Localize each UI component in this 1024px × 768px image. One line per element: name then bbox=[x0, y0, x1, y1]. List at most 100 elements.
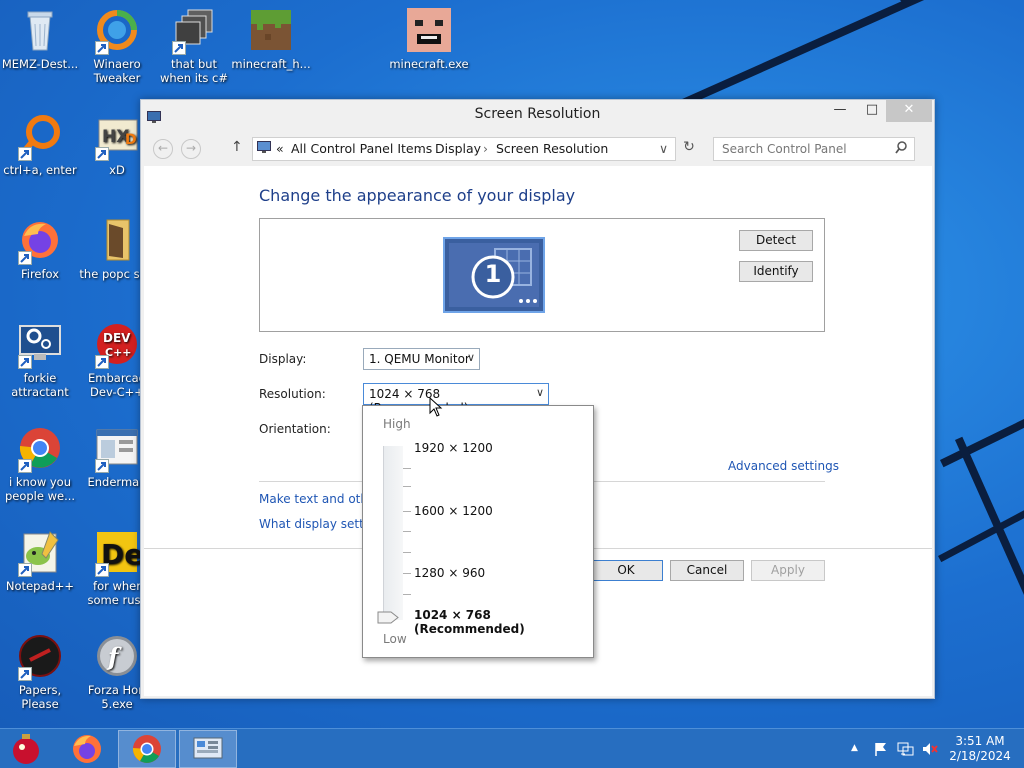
desktop-icon-firefox[interactable]: Firefox bbox=[0, 216, 80, 281]
svg-text:DEV: DEV bbox=[103, 331, 131, 345]
desktop-icon-ctrl-a[interactable]: ctrl+a, enter bbox=[0, 112, 80, 177]
advanced-settings-link[interactable]: Advanced settings bbox=[728, 459, 839, 473]
page-heading: Change the appearance of your display bbox=[259, 186, 576, 205]
volume-muted-icon[interactable] bbox=[921, 741, 939, 760]
desktop-icon-minecraft-h[interactable]: minecraft_h... bbox=[231, 6, 311, 71]
tray-overflow-button[interactable]: ▲ bbox=[851, 743, 858, 753]
desktop-icon-minecraft-exe[interactable]: minecraft.exe bbox=[389, 6, 469, 71]
memz-ornament-icon bbox=[13, 734, 39, 764]
desktop-icon-label: minecraft_h... bbox=[231, 57, 311, 71]
desktop-icon-forkie[interactable]: forkie attractant bbox=[0, 320, 80, 399]
breadcrumb-separator-icon: › bbox=[417, 141, 422, 156]
desktop-icon-label: minecraft.exe bbox=[389, 57, 469, 71]
address-bar: ← → ↑ « All Control Panel Items › Displa… bbox=[141, 130, 934, 166]
taskbar-chrome[interactable] bbox=[118, 730, 176, 768]
taskbar-memz[interactable] bbox=[0, 730, 58, 768]
desktop-icon-notepadpp[interactable]: Notepad++ bbox=[0, 528, 80, 593]
hxd-icon: HX D bbox=[93, 112, 141, 161]
desktop-icon-papers-please[interactable]: Papers, Please bbox=[0, 632, 80, 711]
apply-button[interactable]: Apply bbox=[751, 560, 825, 581]
refresh-button[interactable]: ↻ bbox=[679, 139, 699, 159]
orange-ring-icon bbox=[16, 112, 64, 161]
taskbar-clock[interactable]: 3:51 AM 2/18/2024 bbox=[946, 734, 1014, 764]
network-icon[interactable] bbox=[897, 741, 915, 760]
monitor-preview-box: 1 Detect Identify bbox=[259, 218, 825, 332]
shortcut-arrow-icon bbox=[172, 41, 186, 55]
resolution-label: Resolution: bbox=[259, 387, 326, 401]
slider-low-label: Low bbox=[383, 632, 407, 646]
desktop-icon-label: Firefox bbox=[20, 267, 60, 281]
action-center-flag-icon[interactable] bbox=[873, 741, 889, 760]
control-panel-icon bbox=[193, 737, 223, 759]
shortcut-arrow-icon bbox=[18, 667, 32, 681]
shortcut-arrow-icon bbox=[95, 147, 109, 161]
resolution-slider-track[interactable] bbox=[383, 446, 403, 620]
desktop-icon-label: forkie attractant bbox=[11, 371, 69, 399]
desktop-icon-csharp[interactable]: that but when its c# bbox=[154, 6, 234, 85]
forward-button[interactable]: → bbox=[181, 139, 201, 159]
cancel-button[interactable]: Cancel bbox=[670, 560, 744, 581]
resolution-dropdown: High 1920 × 1200 1600 × 1200 1280 × 960 … bbox=[362, 405, 594, 658]
display-select[interactable]: 1. QEMU Monitor ∨ bbox=[363, 348, 480, 370]
resolution-slider-thumb[interactable] bbox=[377, 609, 399, 628]
desktop-icon-winaero[interactable]: Winaero Tweaker bbox=[77, 6, 157, 85]
desktop-icon-label: ctrl+a, enter bbox=[3, 163, 77, 177]
monitor-gear-icon bbox=[16, 320, 64, 369]
chevron-down-icon: ∨ bbox=[466, 351, 475, 364]
shortcut-arrow-icon bbox=[18, 459, 32, 473]
search-placeholder: Search Control Panel bbox=[722, 142, 847, 156]
window-titlebar[interactable]: Screen Resolution — □ ✕ bbox=[141, 100, 934, 130]
shortcut-arrow-icon bbox=[95, 459, 109, 473]
mouse-cursor-icon bbox=[429, 396, 443, 421]
desktop-icon-label: Papers, Please bbox=[18, 683, 62, 711]
up-button[interactable]: ↑ bbox=[231, 139, 243, 155]
breadcrumb[interactable]: « All Control Panel Items › Display › Sc… bbox=[252, 137, 676, 161]
desktop-icon-label: i know you people we... bbox=[4, 475, 76, 503]
breadcrumb-screen-resolution[interactable]: Screen Resolution bbox=[496, 141, 608, 156]
identify-button[interactable]: Identify bbox=[739, 261, 813, 282]
slider-tick bbox=[403, 531, 411, 532]
taskbar-control-panel[interactable] bbox=[179, 730, 237, 768]
breadcrumb-all-control-panel-items[interactable]: All Control Panel Items bbox=[291, 141, 432, 156]
shortcut-arrow-icon bbox=[18, 147, 32, 161]
shortcut-arrow-icon bbox=[18, 251, 32, 265]
desktop-icon-memz[interactable]: MEMZ-Dest... bbox=[0, 6, 80, 71]
svg-text:D: D bbox=[125, 132, 137, 148]
maximize-button[interactable]: □ bbox=[859, 100, 885, 122]
up-arrow-icon: ↑ bbox=[231, 139, 243, 155]
resolution-option[interactable]: 1280 × 960 bbox=[414, 566, 485, 580]
back-button[interactable]: ← bbox=[153, 139, 173, 159]
slider-tick bbox=[403, 573, 411, 574]
close-button[interactable]: ✕ bbox=[886, 100, 932, 122]
breadcrumb-overflow[interactable]: « bbox=[276, 141, 284, 156]
minimize-button[interactable]: — bbox=[827, 100, 853, 122]
desktop-icon-chrome[interactable]: i know you people we... bbox=[0, 424, 80, 503]
control-panel-icon bbox=[257, 141, 271, 157]
clock-date: 2/18/2024 bbox=[949, 749, 1011, 763]
resolution-option[interactable]: 1600 × 1200 bbox=[414, 504, 493, 518]
back-arrow-icon: ← bbox=[157, 141, 169, 155]
chrome-icon bbox=[16, 424, 64, 473]
minecraft-face-icon bbox=[405, 6, 453, 54]
resolution-select[interactable]: 1024 × 768 (Recommended) ∨ bbox=[363, 383, 549, 415]
shortcut-arrow-icon bbox=[18, 355, 32, 369]
detect-button[interactable]: Detect bbox=[739, 230, 813, 251]
ok-button[interactable]: OK bbox=[589, 560, 663, 581]
resolution-option[interactable]: 1920 × 1200 bbox=[414, 441, 493, 455]
slider-high-label: High bbox=[383, 417, 411, 431]
dl-icon: De bbox=[93, 528, 141, 577]
slider-tick bbox=[403, 594, 411, 595]
folder-icon bbox=[93, 216, 141, 264]
resolution-option-selected[interactable]: 1024 × 768 (Recommended) bbox=[414, 608, 593, 636]
papers-please-icon bbox=[16, 632, 64, 681]
flash-icon: f bbox=[93, 632, 141, 680]
desktop-icon-label: that but when its c# bbox=[159, 57, 229, 85]
monitor-1-tile[interactable]: 1 bbox=[443, 237, 545, 313]
address-history-dropdown[interactable]: ∨ bbox=[659, 141, 668, 156]
desktop-icon-label: Notepad++ bbox=[5, 579, 75, 593]
recycle-bin-icon bbox=[16, 6, 64, 54]
breadcrumb-display[interactable]: Display bbox=[435, 141, 481, 156]
taskbar-firefox[interactable] bbox=[58, 730, 116, 768]
search-input[interactable]: Search Control Panel bbox=[713, 137, 915, 161]
chrome-icon bbox=[132, 735, 161, 763]
